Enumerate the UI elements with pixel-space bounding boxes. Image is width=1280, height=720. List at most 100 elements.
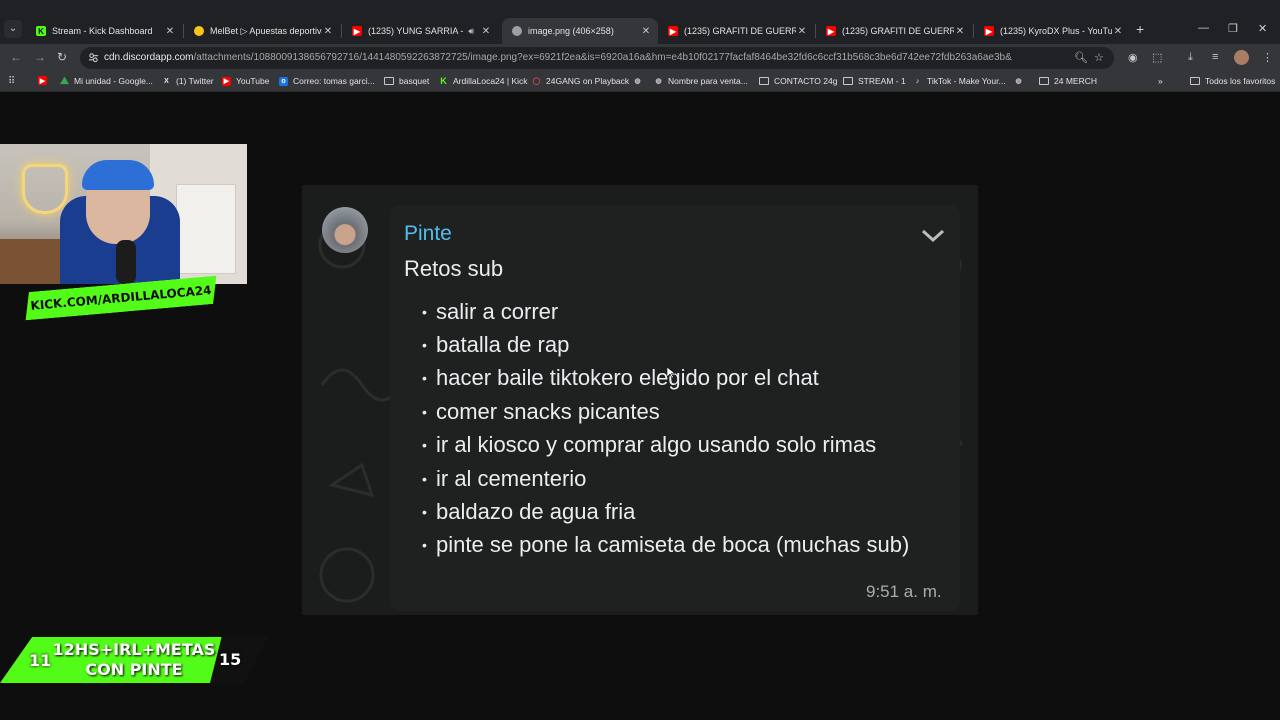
reload-button[interactable]: ↻	[57, 50, 67, 64]
close-tab-icon[interactable]: ✕	[954, 26, 966, 37]
list-item-text: batalla de rap	[436, 332, 570, 358]
kick-icon: K	[440, 76, 447, 86]
bookmarks-bar: ⠿ ▶ Mi unidad - Google... X (1) Twitter ▶…	[0, 72, 1280, 92]
bookmark-youtube[interactable]: ▶	[38, 76, 52, 85]
tab-grafiti-1[interactable]: ▶ (1235) GRAFITI DE GUERRA N ✕	[658, 18, 814, 44]
list-item-text: hacer baile tiktokero elegido por el cha…	[436, 365, 819, 391]
close-tab-icon[interactable]: ✕	[322, 26, 334, 37]
banner-line-1: 12HS+IRL+METAS	[52, 640, 216, 659]
melbet-icon	[194, 26, 204, 36]
microphone	[116, 240, 136, 284]
folder-icon	[759, 77, 769, 85]
folder-icon	[384, 77, 394, 85]
url-path: /attachments/1088009138656792716/1441480…	[193, 52, 1012, 63]
playback-icon: ◯	[532, 78, 541, 85]
youtube-icon: ▶	[984, 26, 994, 36]
bookmark-tiktok[interactable]: ♪ TikTok - Make Your...	[913, 76, 1006, 86]
tab-search-button[interactable]: ⌄	[4, 20, 22, 38]
bookmark-label: 24 MERCH	[1054, 76, 1097, 86]
zoom-icon[interactable]: 🔍︎	[1074, 51, 1088, 64]
tab-kyrodx[interactable]: ▶ (1235) KyroDX Plus - YouTube ✕	[974, 18, 1130, 44]
bookmark-folder-merch[interactable]: 24 MERCH	[1039, 76, 1097, 86]
tab-melbet[interactable]: MelBet ▷ Apuestas deportivas ✕	[184, 18, 340, 44]
bookmark-twitter[interactable]: X (1) Twitter	[162, 76, 213, 86]
close-tab-icon[interactable]: ✕	[1112, 26, 1124, 37]
bookmark-correo[interactable]: o Correo: tomas garci...	[279, 76, 375, 86]
list-item: • ir al kiosco y comprar algo usando solo…	[422, 432, 877, 458]
list-item: • pinte se pone la camiseta de boca (much…	[422, 532, 910, 558]
bookmark-label: CONTACTO 24g	[774, 76, 838, 86]
list-item: • baldazo de agua fria	[422, 499, 636, 525]
globe-icon	[512, 26, 522, 36]
bookmark-nombre-venta[interactable]: ◍ Nombre para venta...	[654, 76, 747, 86]
stream-goal-banner: 11 12HS+IRL+METAS CON PINTE 15	[0, 637, 268, 683]
bookmark-youtube-2[interactable]: ▶ YouTube	[222, 76, 269, 86]
bookmark-globe[interactable]: ◍	[633, 76, 647, 85]
speaker-icon[interactable]: 🔊︎	[468, 26, 474, 37]
menu-icon[interactable]: ⋮	[1262, 51, 1273, 64]
kick-icon: K	[36, 26, 46, 36]
bookmark-folder-contacto[interactable]: CONTACTO 24g	[759, 76, 837, 86]
list-item-text: ir al cementerio	[436, 465, 587, 491]
drive-icon	[60, 76, 69, 85]
tab-strip: ⌄ K Stream - Kick Dashboard ✕ MelBet ▷ A…	[0, 0, 1280, 44]
media-control-icon[interactable]: ≡	[1212, 51, 1218, 63]
mouse-cursor-icon	[667, 367, 675, 379]
extensions-puzzle-icon[interactable]: ⬚	[1152, 51, 1162, 64]
outlook-icon: o	[279, 76, 288, 86]
back-button[interactable]: ←	[10, 50, 22, 64]
tab-title: MelBet ▷ Apuestas deportivas	[210, 25, 322, 36]
tab-kick-dashboard[interactable]: K Stream - Kick Dashboard ✕	[26, 18, 182, 44]
bookmark-label: STREAM - 1	[858, 76, 906, 86]
bookmark-playback[interactable]: ◯ 24GANG on Playback	[532, 76, 630, 86]
youtube-icon: ▶	[352, 26, 362, 36]
new-tab-button[interactable]: +	[1136, 22, 1144, 36]
list-item: • salir a correr	[422, 298, 559, 324]
bookmark-star-icon[interactable]: ☆	[1094, 51, 1104, 64]
close-window-button[interactable]: ✕	[1258, 22, 1267, 35]
list-item-text: salir a correr	[436, 298, 559, 324]
apps-icon[interactable]: ⠿	[8, 76, 15, 87]
banner-title: 12HS+IRL+METAS CON PINTE	[40, 640, 228, 680]
bookmark-label: ArdillaLoca24 | Kick	[453, 76, 528, 86]
webcam-shelf	[176, 184, 236, 274]
folder-icon	[843, 77, 853, 85]
address-bar[interactable]: cdn.discordapp.com/attachments/108800913…	[80, 47, 1114, 69]
banner-line-2: CON PINTE	[85, 660, 183, 679]
tab-grafiti-2[interactable]: ▶ (1235) GRAFITI DE GUERRA N ✕	[816, 18, 972, 44]
url-host: cdn.discordapp.com	[104, 52, 194, 63]
bookmark-folder-basquet[interactable]: basquet	[384, 76, 429, 86]
tiktok-icon: ♪	[915, 77, 920, 85]
sender-avatar	[322, 207, 368, 253]
youtube-icon: ▶	[668, 26, 678, 36]
bookmark-all-favorites[interactable]: Todos los favoritos	[1190, 76, 1275, 86]
bookmark-globe-2[interactable]: ◍	[1014, 76, 1028, 85]
bookmark-kick[interactable]: K ArdillaLoca24 | Kick	[439, 76, 528, 86]
close-tab-icon[interactable]: ✕	[480, 26, 492, 37]
profile-avatar[interactable]	[1234, 50, 1249, 65]
tab-yung-sarria[interactable]: ▶ (1235) YUNG SARRIA - Hot 🔊︎ ✕	[342, 18, 498, 44]
bookmarks-overflow-icon[interactable]: »	[1158, 76, 1163, 86]
tab-image-png[interactable]: image.png (406×258) ✕	[502, 18, 658, 44]
extension-icon[interactable]: ◉	[1128, 51, 1138, 64]
message-timestamp: 9:51 a. m.	[866, 582, 942, 601]
folder-icon	[1190, 77, 1200, 85]
bookmark-folder-stream[interactable]: STREAM - 1	[843, 76, 906, 86]
site-info-icon[interactable]	[88, 52, 99, 63]
close-tab-icon[interactable]: ✕	[640, 26, 652, 37]
bookmark-label: basquet	[399, 76, 430, 86]
list-item: • hacer baile tiktokero elegido por el ch…	[422, 365, 819, 391]
download-icon[interactable]: ⤓	[1188, 51, 1193, 64]
bookmark-label: YouTube	[236, 76, 270, 86]
streamer-cap	[82, 160, 154, 190]
browser-toolbar: ← → ↻ cdn.discordapp.com/attachments/108…	[0, 44, 1280, 72]
forward-button[interactable]: →	[34, 50, 46, 64]
close-tab-icon[interactable]: ✕	[164, 26, 176, 37]
youtube-icon: ▶	[826, 26, 836, 36]
x-icon: X	[164, 77, 169, 85]
bookmark-google-drive[interactable]: Mi unidad - Google...	[60, 76, 153, 86]
close-tab-icon[interactable]: ✕	[796, 26, 808, 37]
minimize-button[interactable]: —	[1198, 22, 1209, 34]
restore-button[interactable]: ❐	[1228, 22, 1238, 35]
list-item-text: comer snacks picantes	[436, 398, 660, 424]
